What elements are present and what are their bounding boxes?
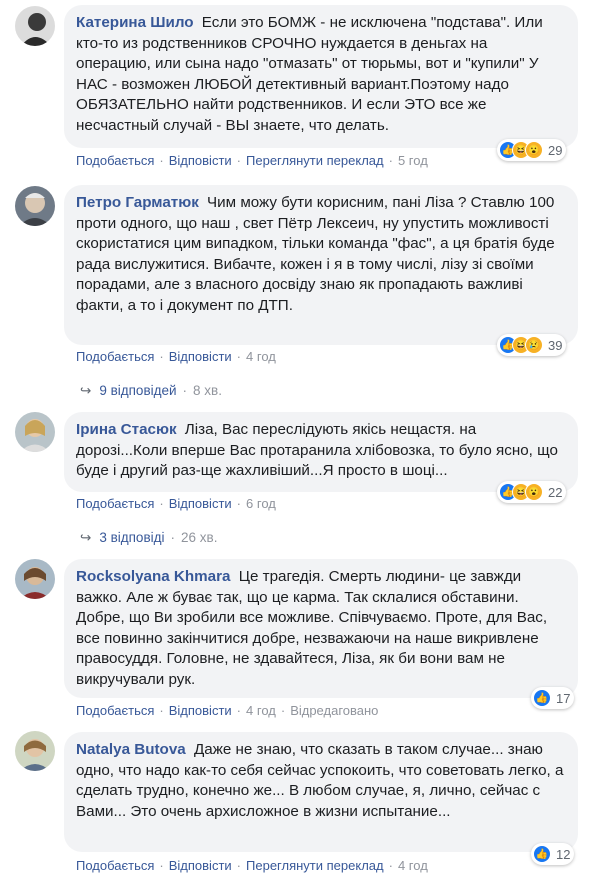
like-link[interactable]: Подобається [76,703,154,718]
avatar[interactable] [15,731,55,771]
comment-bubble: Rocksolyana Khmara Це трагедія. Смерть л… [64,559,578,698]
reply-arrow-icon: ↪ [80,530,92,545]
view-replies[interactable]: ↪ 9 відповідей · 8 хв. [80,383,222,399]
replies-link[interactable]: 3 відповіді [99,530,164,545]
reply-link[interactable]: Відповісти [169,703,232,718]
comment-author[interactable]: Natalya Butova [76,741,186,758]
separator: · [236,858,242,873]
reactions-summary[interactable]: 👍 😆 😮 22 [497,481,567,503]
comment-bubble: Петро Гарматюк Чим можу бути корисним, п… [64,185,578,345]
avatar[interactable] [15,6,55,46]
replies-timestamp: 26 хв. [181,530,218,545]
like-link[interactable]: Подобається [76,153,154,168]
comment-author[interactable]: Rocksolyana Khmara [76,568,230,585]
view-replies[interactable]: ↪ 3 відповіді · 26 хв. [80,530,217,546]
like-icon: 👍 [533,845,551,863]
timestamp[interactable]: 6 год [246,496,276,511]
separator: · [159,496,164,511]
timestamp[interactable]: 4 год [398,858,428,873]
separator: · [388,858,393,873]
timestamp[interactable]: 5 год [398,153,428,168]
reaction-count: 39 [548,337,563,353]
separator: · [159,349,164,364]
like-link[interactable]: Подобається [76,349,154,364]
comment-bubble: Катерина Шило Если это БОМЖ - не исключе… [64,5,578,148]
comment-text: Чим можу бути корисним, пані Ліза ? Став… [76,194,555,314]
timestamp[interactable]: 4 год [246,349,276,364]
wow-icon: 😮 [525,141,543,159]
like-link[interactable]: Подобається [76,496,154,511]
comment-author[interactable]: Ірина Стасюк [76,421,177,438]
comment-bubble: Natalya Butova Даже не знаю, что сказать… [64,732,578,852]
reaction-count: 12 [556,846,571,862]
comment-text: Если это БОМЖ - не исключена "подстава".… [76,14,543,134]
avatar[interactable] [15,559,55,599]
like-link[interactable]: Подобається [76,858,154,873]
comment-author[interactable]: Катерина Шило [76,14,194,31]
comment-text: Це трагедія. Смерть людини- це завжди ва… [76,568,548,688]
replies-link[interactable]: 9 відповідей [99,383,176,398]
separator: · [159,153,164,168]
edited-label[interactable]: Відредаговано [290,703,378,718]
comment-author[interactable]: Петро Гарматюк [76,194,199,211]
reply-arrow-icon: ↪ [80,383,92,398]
comment-actions: Подобається · Відповісти · Переглянути перек… [76,153,428,168]
reaction-count: 29 [548,142,563,158]
separator: · [159,703,164,718]
replies-timestamp: 8 хв. [193,383,222,398]
avatar[interactable] [15,412,55,452]
separator: · [388,153,393,168]
reply-link[interactable]: Відповісти [169,858,232,873]
avatar[interactable] [15,186,55,226]
reply-link[interactable]: Відповісти [169,349,232,364]
reaction-count: 17 [556,690,571,706]
separator: · [236,349,242,364]
comment-actions: Подобається · Відповісти · 4 год · Відредагова… [76,703,378,718]
translate-link[interactable]: Переглянути переклад [246,153,384,168]
comment-actions: Подобається · Відповісти · Переглянути перек… [76,858,428,873]
reactions-summary[interactable]: 👍 😆 😮 29 [497,139,567,161]
reactions-summary[interactable]: 👍 12 [531,843,575,865]
separator: · [280,703,286,718]
separator: · [182,383,188,398]
timestamp[interactable]: 4 год [246,703,276,718]
separator: · [159,858,164,873]
separator: · [236,153,242,168]
like-icon: 👍 [533,689,551,707]
separator: · [236,703,242,718]
separator: · [170,530,176,545]
reply-link[interactable]: Відповісти [169,496,232,511]
translate-link[interactable]: Переглянути переклад [246,858,384,873]
comment-actions: Подобається · Відповісти · 4 год [76,349,276,364]
comment-bubble: Ірина Стасюк Ліза, Вас переслідують якіс… [64,412,578,492]
reactions-summary[interactable]: 👍 17 [531,687,575,709]
comment-actions: Подобається · Відповісти · 6 год [76,496,276,511]
reaction-count: 22 [548,484,563,500]
wow-icon: 😮 [525,483,543,501]
reactions-summary[interactable]: 👍 😆 😢 39 [497,334,567,356]
sad-icon: 😢 [525,336,543,354]
reply-link[interactable]: Відповісти [169,153,232,168]
separator: · [236,496,242,511]
